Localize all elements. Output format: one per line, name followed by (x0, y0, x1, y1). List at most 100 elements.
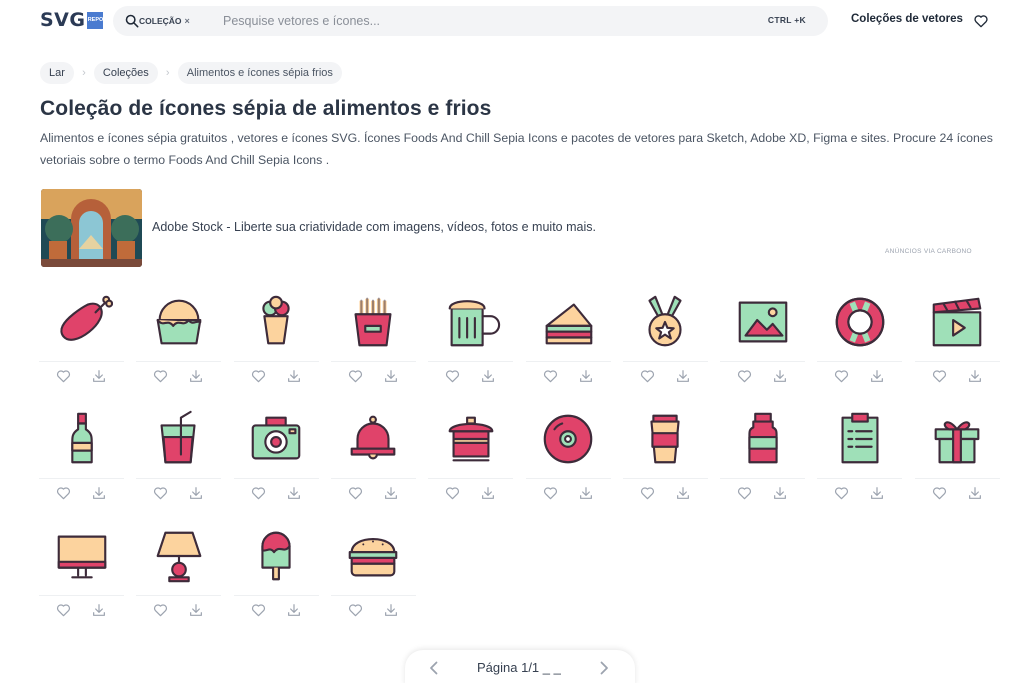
favorite-heart-icon[interactable] (931, 485, 948, 501)
download-icon[interactable] (91, 485, 107, 501)
icon-card[interactable] (136, 401, 222, 509)
breadcrumb-home[interactable]: Lar (40, 62, 74, 84)
download-icon[interactable] (286, 368, 302, 384)
icon-card[interactable] (330, 401, 416, 509)
icon-card[interactable] (914, 284, 1000, 392)
icon-preview[interactable] (331, 284, 416, 360)
download-icon[interactable] (188, 485, 204, 501)
download-icon[interactable] (869, 485, 885, 501)
icon-card[interactable] (330, 284, 416, 392)
icon-preview[interactable] (234, 518, 319, 594)
icon-preview[interactable] (39, 401, 124, 477)
ad-via-label[interactable]: ANÚNCIOS VIA CARBONO (885, 248, 972, 255)
icon-preview[interactable] (720, 401, 805, 477)
search-bar[interactable]: COLEÇÃO × CTRL +K (113, 6, 828, 36)
favorite-heart-icon[interactable] (736, 368, 753, 384)
icon-card[interactable] (136, 518, 222, 626)
icon-card[interactable] (428, 401, 514, 509)
icon-preview[interactable] (526, 284, 611, 360)
favorite-heart-icon[interactable] (444, 368, 461, 384)
favorite-heart-icon[interactable] (542, 368, 559, 384)
favorite-heart-icon[interactable] (347, 485, 364, 501)
icon-preview[interactable] (331, 518, 416, 594)
favorite-heart-icon[interactable] (55, 485, 72, 501)
favorite-heart-icon[interactable] (542, 485, 559, 501)
icon-card[interactable] (525, 284, 611, 392)
download-icon[interactable] (578, 368, 594, 384)
previous-page-chevron-icon[interactable] (427, 660, 441, 676)
favorite-heart-icon[interactable] (736, 485, 753, 501)
favorite-heart-icon[interactable] (55, 602, 72, 618)
icon-card[interactable] (39, 401, 124, 509)
icon-preview[interactable] (234, 401, 319, 477)
icon-card[interactable] (233, 401, 319, 509)
download-icon[interactable] (772, 485, 788, 501)
icon-card[interactable] (330, 518, 416, 626)
icon-preview[interactable] (623, 284, 708, 360)
icon-preview[interactable] (136, 518, 221, 594)
download-icon[interactable] (869, 368, 885, 384)
breadcrumb-collections[interactable]: Coleções (93, 62, 158, 84)
ad-text[interactable]: Adobe Stock - Liberte sua criatividade c… (152, 220, 596, 234)
icon-preview[interactable] (331, 401, 416, 477)
icon-card[interactable] (817, 401, 903, 509)
icon-card[interactable] (720, 284, 806, 392)
icon-card[interactable] (622, 401, 708, 509)
icon-preview[interactable] (915, 401, 1000, 477)
icon-card[interactable] (39, 518, 124, 626)
download-icon[interactable] (91, 368, 107, 384)
download-icon[interactable] (967, 368, 983, 384)
icon-preview[interactable] (428, 401, 513, 477)
breadcrumb-current[interactable]: Alimentos e ícones sépia frios (177, 62, 342, 84)
icon-preview[interactable] (526, 401, 611, 477)
icon-preview[interactable] (136, 284, 221, 360)
icon-preview[interactable] (623, 401, 708, 477)
icon-card[interactable] (233, 284, 319, 392)
favorite-heart-icon[interactable] (833, 368, 850, 384)
favorite-heart-icon[interactable] (152, 368, 169, 384)
favorite-heart-icon[interactable] (250, 602, 267, 618)
download-icon[interactable] (91, 602, 107, 618)
download-icon[interactable] (383, 485, 399, 501)
favorite-heart-icon[interactable] (152, 485, 169, 501)
icon-preview[interactable] (915, 284, 1000, 360)
icon-card[interactable] (817, 284, 903, 392)
site-logo[interactable]: SVG REPO (40, 9, 104, 31)
download-icon[interactable] (383, 368, 399, 384)
icon-card[interactable] (136, 284, 222, 392)
icon-preview[interactable] (39, 518, 124, 594)
icon-preview[interactable] (720, 284, 805, 360)
download-icon[interactable] (675, 368, 691, 384)
icon-card[interactable] (914, 401, 1000, 509)
download-icon[interactable] (480, 485, 496, 501)
favorite-heart-icon[interactable] (152, 602, 169, 618)
icon-card[interactable] (428, 284, 514, 392)
download-icon[interactable] (383, 602, 399, 618)
download-icon[interactable] (286, 602, 302, 618)
icon-preview[interactable] (234, 284, 319, 360)
favorite-heart-icon[interactable] (250, 368, 267, 384)
download-icon[interactable] (480, 368, 496, 384)
favorite-heart-icon[interactable] (639, 368, 656, 384)
icon-preview[interactable] (136, 401, 221, 477)
ad-image[interactable] (41, 189, 142, 267)
download-icon[interactable] (188, 602, 204, 618)
icon-card[interactable] (233, 518, 319, 626)
icon-card[interactable] (39, 284, 124, 392)
search-filter-chip[interactable]: COLEÇÃO × (139, 11, 198, 31)
chip-close-icon[interactable]: × (185, 11, 190, 31)
favorite-heart-icon[interactable] (347, 368, 364, 384)
favorite-heart-icon[interactable] (931, 368, 948, 384)
favorite-heart-icon[interactable] (55, 368, 72, 384)
download-icon[interactable] (286, 485, 302, 501)
next-page-chevron-icon[interactable] (597, 660, 611, 676)
icon-preview[interactable] (817, 284, 902, 360)
favorite-heart-icon[interactable] (833, 485, 850, 501)
download-icon[interactable] (967, 485, 983, 501)
icon-preview[interactable] (817, 401, 902, 477)
icon-card[interactable] (525, 401, 611, 509)
nav-vector-collections[interactable]: Coleções de vetores (851, 13, 963, 25)
favorite-heart-icon[interactable] (639, 485, 656, 501)
download-icon[interactable] (772, 368, 788, 384)
search-input[interactable] (223, 11, 743, 31)
